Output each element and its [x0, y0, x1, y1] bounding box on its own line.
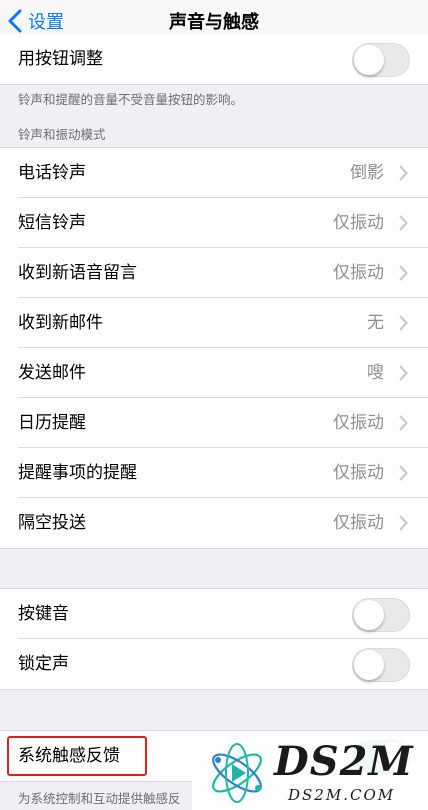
divider	[0, 548, 428, 549]
row-label: 电话铃声	[18, 163, 86, 183]
toggle-knob	[354, 45, 384, 75]
row-value: 无	[367, 313, 384, 333]
chevron-right-icon	[399, 265, 408, 281]
chevron-right-icon	[399, 465, 408, 481]
row-value: 嗖	[367, 363, 384, 383]
chevron-right-icon	[399, 515, 408, 531]
sounds-section-header: 铃声和振动模式	[18, 127, 106, 142]
row-label: 发送邮件	[18, 363, 86, 383]
row-label: 提醒事项的提醒	[18, 463, 137, 483]
sound-row-ringtone[interactable]: 电话铃声 倒影	[0, 148, 428, 198]
row-value: 倒影	[350, 163, 384, 183]
change-with-buttons-toggle[interactable]	[352, 43, 410, 77]
sound-row-reminder-alerts[interactable]: 提醒事项的提醒 仅振动	[0, 448, 428, 498]
divider	[0, 84, 428, 85]
chevron-right-icon	[399, 315, 408, 331]
row-value: 仅振动	[333, 213, 384, 233]
chevron-right-icon	[399, 365, 408, 381]
keyboard-clicks-row: 按键音	[0, 589, 428, 639]
sound-row-airdrop[interactable]: 隔空投送 仅振动	[0, 498, 428, 548]
row-value: 仅振动	[333, 413, 384, 433]
chevron-right-icon	[399, 165, 408, 181]
sound-row-sent-mail[interactable]: 发送邮件 嗖	[0, 348, 428, 398]
row-value: 仅振动	[333, 263, 384, 283]
watermark-main-text: DS2M	[274, 738, 414, 785]
toggle-knob	[354, 600, 384, 630]
atom-logo-icon	[212, 743, 262, 803]
row-label: 收到新邮件	[18, 313, 103, 333]
lock-sound-label: 锁定声	[18, 654, 69, 674]
highlight-annotation	[7, 736, 147, 776]
sound-row-new-mail[interactable]: 收到新邮件 无	[0, 298, 428, 348]
site-watermark: DS2M DS2M.COM	[192, 732, 428, 810]
chevron-right-icon	[399, 215, 408, 231]
row-value: 仅振动	[333, 463, 384, 483]
ringer-footnote: 铃声和提醒的音量不受音量按钮的影响。	[18, 92, 244, 107]
lock-sound-toggle[interactable]	[352, 648, 410, 682]
sound-row-new-voicemail[interactable]: 收到新语音留言 仅振动	[0, 248, 428, 298]
haptics-footnote: 为系统控制和互动提供触感反	[18, 791, 181, 806]
toggle-knob	[354, 650, 384, 680]
row-label: 收到新语音留言	[18, 263, 137, 283]
row-label: 短信铃声	[18, 213, 86, 233]
row-label: 隔空投送	[18, 513, 86, 533]
keyboard-clicks-label: 按键音	[18, 604, 69, 624]
sound-row-text-tone[interactable]: 短信铃声 仅振动	[0, 198, 428, 248]
chevron-right-icon	[399, 415, 408, 431]
change-with-buttons-row: 用按钮调整	[0, 34, 428, 84]
sound-row-calendar-alerts[interactable]: 日历提醒 仅振动	[0, 398, 428, 448]
divider	[0, 689, 428, 690]
watermark-sub-text: DS2M.COM	[288, 786, 396, 804]
row-value: 仅振动	[333, 513, 384, 533]
change-with-buttons-label: 用按钮调整	[18, 49, 103, 69]
lock-sound-row: 锁定声	[0, 639, 428, 689]
page-title: 声音与触感	[169, 12, 259, 33]
row-label: 日历提醒	[18, 413, 86, 433]
keyboard-clicks-toggle[interactable]	[352, 598, 410, 632]
